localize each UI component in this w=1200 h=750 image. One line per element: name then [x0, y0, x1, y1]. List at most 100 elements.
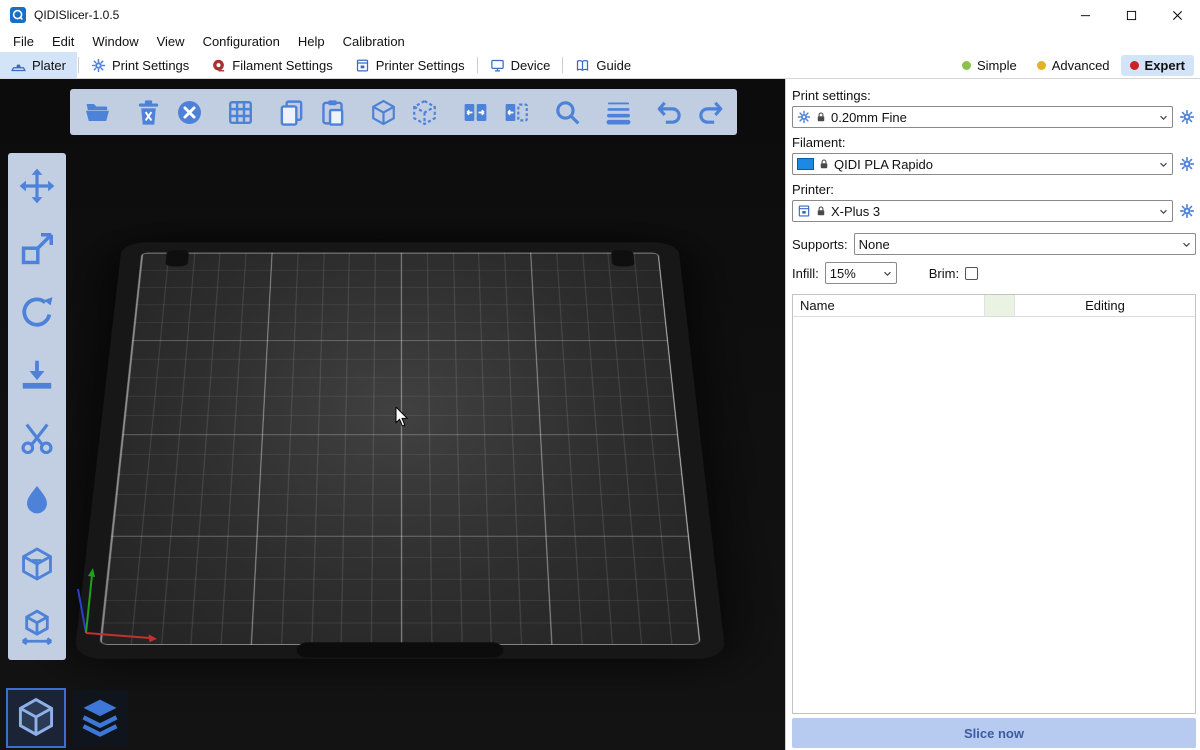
rotate-circular-icon: [18, 293, 56, 331]
filament-gear-button[interactable]: [1178, 155, 1196, 173]
cube-dashed-icon: [410, 98, 439, 127]
view-toggle: [8, 690, 128, 746]
menu-file[interactable]: File: [4, 32, 43, 51]
flatten-icon: [18, 356, 56, 394]
3d-viewport[interactable]: [0, 79, 785, 750]
slice-now-button[interactable]: Slice now: [792, 718, 1196, 748]
menu-edit[interactable]: Edit: [43, 32, 83, 51]
column-header-name[interactable]: Name: [793, 295, 985, 316]
split-to-parts-button[interactable]: [497, 93, 535, 131]
tab-print-settings[interactable]: Print Settings: [80, 52, 200, 78]
mode-dot-icon: [1037, 61, 1046, 70]
paint-supports-button[interactable]: [14, 478, 60, 524]
magnifier-icon: [553, 98, 582, 127]
measure-button[interactable]: [14, 604, 60, 650]
object-list-body[interactable]: [793, 317, 1195, 713]
place-on-face-button[interactable]: [14, 352, 60, 398]
mode-advanced[interactable]: Advanced: [1028, 55, 1119, 76]
print-bed-surface: [99, 253, 700, 645]
cut-button[interactable]: [14, 415, 60, 461]
print-settings-gear-button[interactable]: [1178, 108, 1196, 126]
app-logo-icon: [10, 7, 26, 23]
move-arrows-icon: [18, 167, 56, 205]
printer-combo[interactable]: X-Plus 3: [792, 200, 1173, 222]
split-to-objects-button[interactable]: [456, 93, 494, 131]
menu-help[interactable]: Help: [289, 32, 334, 51]
gear-icon: [797, 110, 811, 124]
tab-guide[interactable]: Guide: [564, 52, 642, 78]
split-parts-icon: [502, 98, 531, 127]
layers-stack-icon: [78, 695, 122, 742]
brim-label: Brim:: [929, 266, 959, 281]
undo-arrow-icon: [655, 98, 684, 127]
emboss-text-button[interactable]: [14, 541, 60, 587]
toolbar-group: [599, 93, 637, 131]
object-list[interactable]: Name Editing: [792, 294, 1196, 714]
bed-handle: [297, 642, 503, 657]
measure-cube-icon: [18, 608, 56, 646]
tab-device[interactable]: Device: [479, 52, 562, 78]
add-instance-button[interactable]: [364, 93, 402, 131]
menu-view[interactable]: View: [148, 32, 194, 51]
scale-button[interactable]: [14, 226, 60, 272]
tab-printer-settings[interactable]: Printer Settings: [344, 52, 476, 78]
top-toolbar: [70, 89, 737, 135]
arrange-button[interactable]: [221, 93, 259, 131]
print-settings-value: 0.20mm Fine: [831, 110, 1153, 125]
toolbar-group: [456, 93, 535, 131]
close-button[interactable]: [1154, 0, 1200, 30]
app-window: QIDISlicer-1.0.5 FileEditWindowViewConfi…: [0, 0, 1200, 750]
column-header-editing[interactable]: Editing: [1015, 298, 1195, 313]
brim-checkbox[interactable]: [965, 267, 978, 280]
mode-label: Advanced: [1052, 58, 1110, 73]
variable-layer-height-button[interactable]: [599, 93, 637, 131]
mode-simple[interactable]: Simple: [953, 55, 1026, 76]
chevron-down-icon: [1157, 158, 1170, 171]
cube-solid-icon: [369, 98, 398, 127]
paste-icon: [318, 98, 347, 127]
tab-plater[interactable]: Plater: [0, 52, 77, 78]
lock-icon: [815, 111, 827, 123]
paint-drop-icon: [18, 482, 56, 520]
open-button[interactable]: [78, 93, 116, 131]
filament-combo[interactable]: QIDI PLA Rapido: [792, 153, 1173, 175]
filament-label: Filament:: [792, 135, 1196, 150]
menu-calibration[interactable]: Calibration: [334, 32, 414, 51]
printer-icon: [797, 204, 811, 218]
move-button[interactable]: [14, 163, 60, 209]
editor-view-button[interactable]: [8, 690, 64, 746]
tab-separator: [78, 57, 79, 73]
toolbar-group: [650, 93, 729, 131]
menu-configuration[interactable]: Configuration: [194, 32, 289, 51]
printer-icon: [355, 58, 370, 73]
printer-gear-button[interactable]: [1178, 202, 1196, 220]
tab-filament-settings[interactable]: Filament Settings: [200, 52, 343, 78]
supports-combo[interactable]: None: [854, 233, 1196, 255]
print-settings-combo[interactable]: 0.20mm Fine: [792, 106, 1173, 128]
search-button[interactable]: [548, 93, 586, 131]
window-title: QIDISlicer-1.0.5: [34, 8, 119, 22]
maximize-button[interactable]: [1108, 0, 1154, 30]
monitor-icon: [490, 58, 505, 73]
copy-button[interactable]: [272, 93, 310, 131]
tab-label: Guide: [596, 58, 631, 73]
infill-combo[interactable]: 15%: [825, 262, 897, 284]
menu-window[interactable]: Window: [83, 32, 147, 51]
mode-expert[interactable]: Expert: [1121, 55, 1194, 76]
remove-instance-button[interactable]: [405, 93, 443, 131]
split-objects-icon: [461, 98, 490, 127]
print-bed: [74, 242, 726, 659]
preview-view-button[interactable]: [72, 690, 128, 746]
redo-button[interactable]: [691, 93, 729, 131]
rotate-button[interactable]: [14, 289, 60, 335]
chevron-down-icon: [1157, 205, 1170, 218]
tab-label: Device: [511, 58, 551, 73]
paste-button[interactable]: [313, 93, 351, 131]
delete-all-button[interactable]: [170, 93, 208, 131]
spool-icon: [211, 58, 226, 73]
circle-x-icon: [175, 98, 204, 127]
undo-button[interactable]: [650, 93, 688, 131]
minimize-button[interactable]: [1062, 0, 1108, 30]
delete-button[interactable]: [129, 93, 167, 131]
column-header-printable[interactable]: [985, 295, 1015, 316]
